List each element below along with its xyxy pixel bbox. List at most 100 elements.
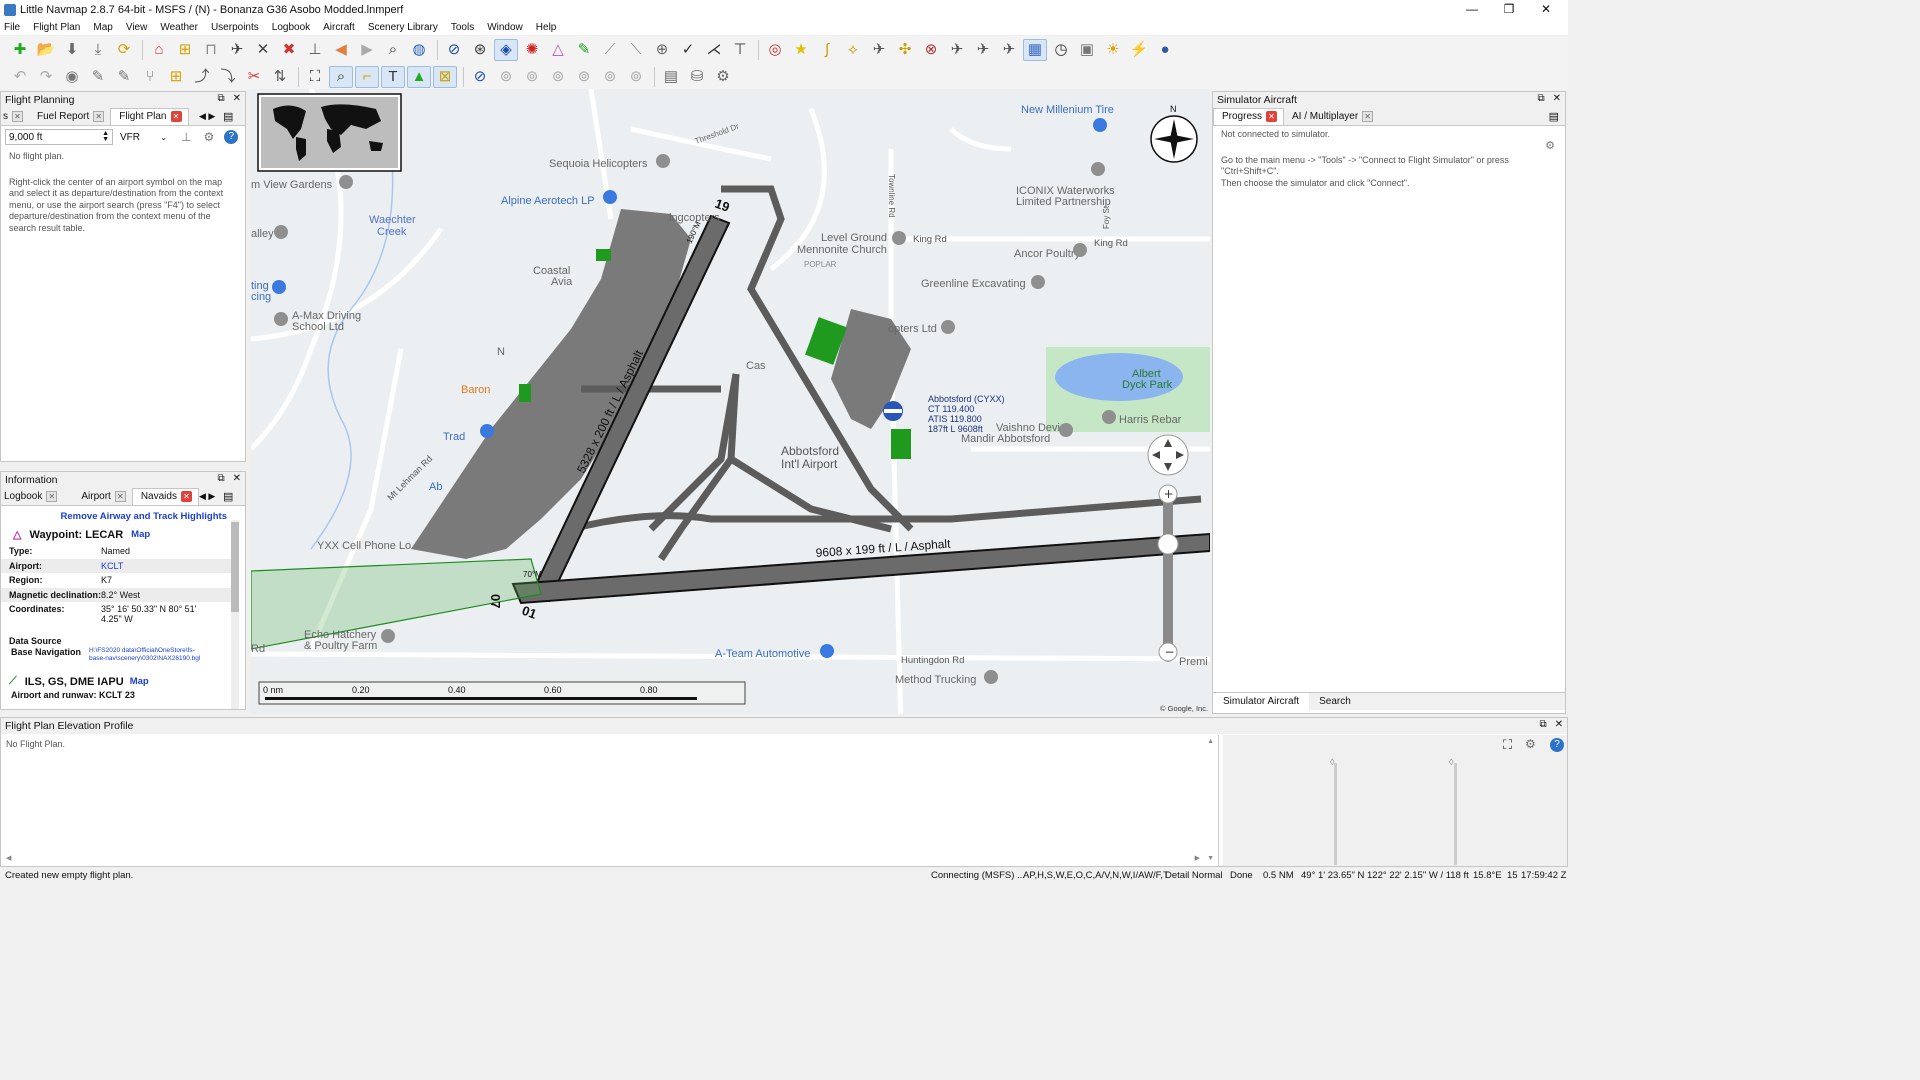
help-icon[interactable]: ? (1550, 738, 1564, 752)
calc-route-icon[interactable]: ⊓ (199, 39, 223, 61)
back-icon[interactable]: ◀ (329, 39, 353, 61)
vertical-zoom-icon[interactable]: ◊ (1330, 757, 1334, 767)
airport-icon[interactable]: ✈ (225, 39, 249, 61)
rstr-icon[interactable]: ⊚ (546, 66, 570, 88)
map-canvas[interactable]: 5328 x 200 ft / L / Asphalt 9608 x 199 f… (251, 89, 1210, 714)
triangle-icon[interactable]: △ (546, 39, 570, 61)
target-icon[interactable]: ◎ (763, 39, 787, 61)
sun-icon[interactable]: ☀ (1101, 39, 1125, 61)
menu-weather[interactable]: Weather (160, 22, 198, 33)
tab-airport[interactable]: Airport ✕ (73, 489, 131, 505)
horizontal-zoom-icon[interactable]: ◊ (1449, 757, 1453, 767)
aircraft-trail-icon[interactable]: ✣ (893, 39, 917, 61)
spec-icon[interactable]: ⊚ (572, 66, 596, 88)
close-button[interactable]: ✕ (1524, 0, 1568, 19)
elevation-profile-area[interactable]: No Flight Plan. ▲ ▼ ◀ ▶ (1, 735, 1219, 866)
edit-remarks-icon[interactable]: ⊥ (181, 130, 191, 144)
scroll-down-icon[interactable]: ▼ (1207, 855, 1214, 862)
zoom-mode-icon[interactable]: ◈ (494, 38, 518, 61)
radar-icon[interactable]: ✺ (520, 39, 544, 61)
menu-logbook[interactable]: Logbook (272, 22, 310, 33)
airport-link[interactable]: KCLT (101, 561, 123, 571)
info-scrollbar[interactable] (231, 520, 239, 709)
tab-ai-multiplayer[interactable]: AI / Multiplayer ✕ (1284, 109, 1379, 125)
oth-icon[interactable]: ⊚ (598, 66, 622, 88)
tab-flight-plan[interactable]: Flight Plan ✕ (110, 108, 189, 125)
grid-icon[interactable]: ▦ (1023, 38, 1047, 61)
fit-icon[interactable]: ⛶ (303, 66, 327, 88)
weather-icon[interactable]: ▣ (1075, 39, 1099, 61)
help-icon[interactable]: ? (224, 130, 239, 144)
close-tab-icon[interactable]: ✕ (12, 111, 23, 122)
close-tab-icon[interactable]: ✕ (46, 491, 58, 502)
scroll-left-icon[interactable]: ◀ (6, 854, 11, 862)
tab-partial[interactable]: s ✕ (1, 109, 29, 125)
menu-view[interactable]: View (126, 22, 148, 33)
zoom-slider-thumb[interactable] (1157, 533, 1179, 555)
ruler-icon[interactable]: ⟍ (624, 39, 648, 61)
tab-search[interactable]: Search (1309, 693, 1361, 710)
menu-scenery-library[interactable]: Scenery Library (368, 22, 438, 33)
waypoint-text-icon[interactable]: ⊤ (728, 39, 752, 61)
ils-map-link[interactable]: Map (130, 676, 149, 687)
fork-icon[interactable]: ⑂ (138, 66, 162, 88)
flight-plan-down-icon[interactable]: ⊥ (303, 39, 327, 61)
ai-ship-icon[interactable]: ✈ (971, 39, 995, 61)
home-icon[interactable]: ⌂ (147, 39, 171, 61)
compass-rose-icon[interactable]: ⊘ (442, 39, 466, 61)
track-icon[interactable]: ⟡ (841, 39, 865, 61)
range-icon[interactable]: ⊛ (468, 39, 492, 61)
menu-map[interactable]: Map (93, 22, 112, 33)
close-tab-icon[interactable]: ✕ (114, 491, 126, 502)
altitude-spinbox[interactable]: 9,000 ft ▲ ▼ (5, 129, 113, 145)
edit2-icon[interactable]: ✎ (112, 66, 136, 88)
float-icon[interactable]: ⧉ (217, 473, 224, 484)
menu-file[interactable]: File (4, 22, 20, 33)
insert-icon[interactable]: ⊞ (164, 66, 188, 88)
close-dock-icon[interactable]: ✕ (1555, 719, 1563, 730)
graticule-icon[interactable]: ⊠ (433, 65, 457, 88)
zoom-icon[interactable]: ⌕ (329, 65, 353, 88)
text-icon[interactable]: T (381, 65, 405, 88)
route-icon[interactable]: ⌐ (355, 65, 379, 88)
airway-icon[interactable]: ∫ (815, 39, 839, 61)
undo-icon[interactable]: ↶ (8, 66, 32, 88)
base-nav-path[interactable]: H:\FS2020 data\Official\OneStore\fs-base… (89, 647, 209, 663)
redo-icon[interactable]: ↷ (34, 66, 58, 88)
magnifier-icon[interactable]: ◉ (60, 66, 84, 88)
vor-icon[interactable]: ✓ (676, 39, 700, 61)
icao-icon[interactable]: ⊚ (494, 66, 518, 88)
remove-highlights-link[interactable]: Remove Airway and Track Highlights (1, 506, 231, 524)
tab-menu-icon[interactable]: ▤ (223, 110, 233, 123)
close-dock-icon[interactable]: ✕ (1553, 93, 1561, 104)
flight-rules-select[interactable]: VFR ⌄ (117, 129, 169, 145)
close-tab-icon[interactable]: ✕ (1362, 111, 1374, 122)
compass-icon[interactable]: ⊕ (650, 39, 674, 61)
float-icon[interactable]: ⧉ (1539, 719, 1546, 730)
earth-icon[interactable]: ● (1153, 39, 1177, 61)
tab-menu-icon[interactable]: ▤ (223, 490, 233, 503)
direct-route-icon[interactable]: ✕ (251, 39, 275, 61)
horizontal-zoom-slider[interactable] (1454, 763, 1457, 865)
float-icon[interactable]: ⧉ (1537, 93, 1544, 104)
scroll-up-icon[interactable]: ▲ (1207, 738, 1214, 745)
ndb-icon[interactable]: ⋌ (702, 39, 726, 61)
tab-scroll-arrows-icon[interactable]: ◀ ▶ (199, 111, 215, 122)
tab-fuel-report[interactable]: Fuel Report ✕ (29, 109, 110, 125)
search-zoom-icon[interactable]: ⌕ (381, 39, 405, 61)
map-view[interactable]: 5328 x 200 ft / L / Asphalt 9608 x 199 f… (251, 89, 1210, 714)
profile-settings-icon[interactable]: ⚙ (1525, 737, 1536, 751)
helicopter-icon[interactable]: ✈ (997, 39, 1021, 61)
move-down-icon[interactable]: ⤵ (216, 66, 240, 88)
clock-icon[interactable]: ◷ (1049, 39, 1073, 61)
reverse-icon[interactable]: ⇅ (268, 66, 292, 88)
tab-scroll-arrows-icon[interactable]: ◀ ▶ (199, 491, 215, 502)
star-icon[interactable]: ★ (789, 39, 813, 61)
save-as-icon[interactable]: ⤓ (86, 39, 110, 61)
add-waypoint-icon[interactable]: ⊞ (173, 39, 197, 61)
menu-userpoints[interactable]: Userpoints (211, 22, 259, 33)
edit-icon[interactable]: ✎ (86, 66, 110, 88)
close-tab-icon[interactable]: ✕ (93, 111, 105, 122)
compass-circle-icon[interactable]: ⊘ (468, 66, 492, 88)
terrain-icon[interactable]: ▲ (407, 65, 431, 88)
